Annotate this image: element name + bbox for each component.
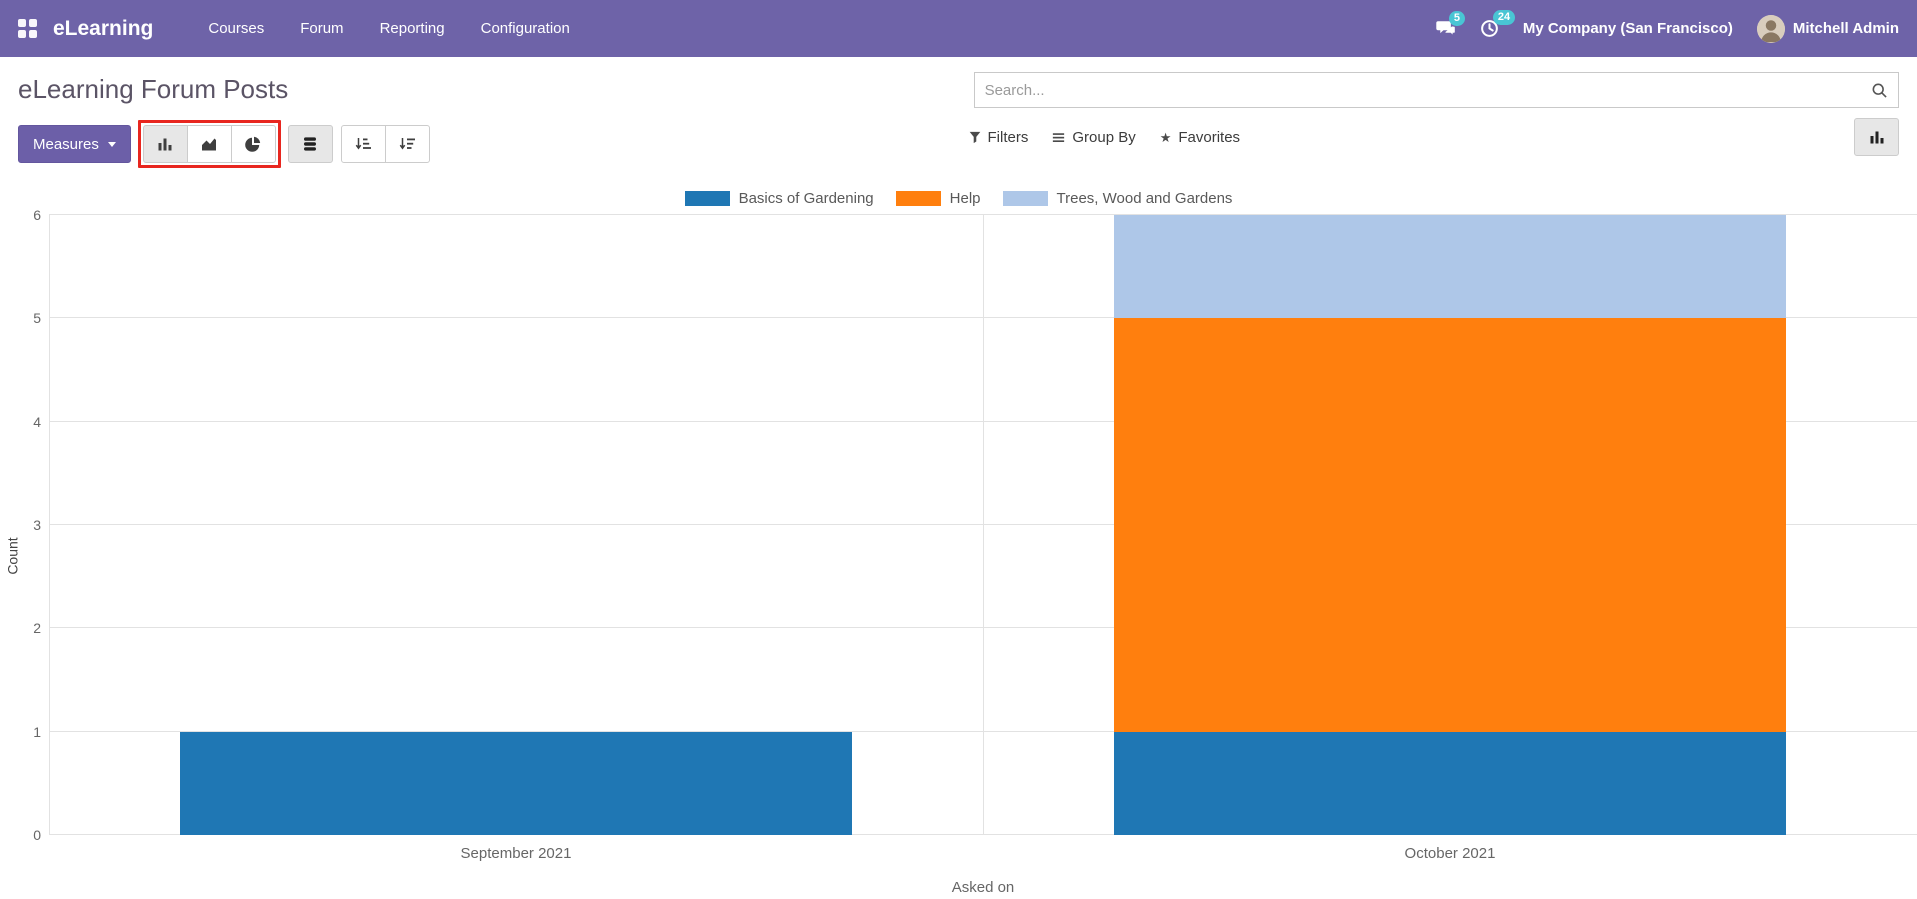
gridline-vertical [49,215,50,835]
stacked-icon [302,136,318,152]
star-icon: ★ [1159,129,1172,145]
plot-area: 0 1 2 3 4 5 6 September 2021 October 2021 [33,208,1917,862]
bar-segment[interactable] [1113,731,1787,835]
search-icon [1871,82,1888,99]
messages-badge: 5 [1448,11,1465,26]
measures-button[interactable]: Measures [18,125,131,163]
company-switcher[interactable]: My Company (San Francisco) [1523,20,1733,37]
user-name: Mitchell Admin [1792,20,1899,37]
x-tick-label: October 2021 [1404,845,1496,862]
legend-swatch [895,191,941,206]
apps-grid-icon[interactable] [18,19,37,38]
activities-badge: 24 [1492,10,1516,25]
view-switcher [1854,118,1899,156]
sort-ascending-button[interactable] [340,125,386,163]
sort-descending-button[interactable] [384,125,430,163]
control-panel: Measures Filters Group By ★ Favorites [0,108,1917,170]
bar-chart-button[interactable] [142,125,188,163]
chart-area: Count 0 1 2 3 4 5 6 September 2021 October 2021 … [0,208,1917,896]
graph-view-icon [1869,129,1885,145]
chart-type-group [142,125,276,163]
x-tick-label: September 2021 [460,845,572,862]
filter-funnel-icon [969,131,981,144]
search-input[interactable] [973,72,1899,108]
group-by-button[interactable]: Group By [1042,118,1145,156]
menu-item-reporting[interactable]: Reporting [365,10,460,47]
legend-label: Trees, Wood and Gardens [1056,190,1233,207]
header-row: eLearning Forum Posts [0,57,1917,108]
bar-segment[interactable] [1113,318,1787,732]
y-tick-label: 6 [33,207,41,223]
filters-label: Filters [987,128,1029,146]
favorites-label: Favorites [1178,128,1241,146]
main-menu: Courses Forum Reporting Configuration [193,10,584,47]
menu-item-forum[interactable]: Forum [285,10,358,47]
highlight-annotation [137,120,281,168]
search-filter-controls: Filters Group By ★ Favorites [959,118,1251,156]
bar-chart-icon [157,136,173,152]
sort-descending-icon [399,136,416,152]
favorites-button[interactable]: ★ Favorites [1150,118,1250,156]
graph-view-button[interactable] [1854,118,1899,156]
menu-item-configuration[interactable]: Configuration [466,10,585,47]
legend-item[interactable]: Help [895,190,981,207]
y-tick-label: 1 [33,723,41,740]
area-chart-icon [201,136,217,152]
menu-item-courses[interactable]: Courses [193,10,279,47]
legend-swatch [684,191,730,206]
pie-chart-icon [245,136,261,152]
page-title: eLearning Forum Posts [18,74,289,104]
user-menu[interactable]: Mitchell Admin [1756,14,1899,43]
group-by-label: Group By [1072,128,1136,146]
y-tick-label: 5 [33,310,41,327]
messages-button[interactable]: 5 [1436,11,1465,37]
group-by-icon [1052,131,1065,144]
y-tick-label: 0 [33,827,41,843]
pie-chart-button[interactable] [230,125,276,163]
stacked-toggle-button[interactable] [287,125,333,163]
chevron-down-icon [107,141,116,147]
top-navbar: eLearning Courses Forum Reporting Config… [0,0,1917,57]
legend-item[interactable]: Trees, Wood and Gardens [1002,190,1233,207]
bar-segment[interactable] [179,731,853,835]
search-box [973,72,1899,108]
app-brand[interactable]: eLearning [53,17,153,41]
y-axis-title: Count [4,536,21,575]
x-axis-title: Asked on [951,879,1015,896]
legend-label: Help [949,190,981,207]
measures-label: Measures [33,135,99,153]
line-chart-button[interactable] [186,125,232,163]
sort-ascending-icon [355,136,372,152]
y-tick-label: 3 [33,517,41,533]
y-tick-label: 4 [33,413,41,430]
activities-button[interactable]: 24 [1480,10,1516,38]
gridline-vertical [983,215,984,835]
avatar [1756,14,1785,43]
filters-button[interactable]: Filters [959,118,1039,156]
sort-group [340,125,430,163]
y-tick-label: 2 [33,620,41,637]
legend-item[interactable]: Basics of Gardening [684,190,874,207]
legend-label: Basics of Gardening [738,190,874,207]
chart-legend: Basics of Gardening Help Trees, Wood and G… [0,190,1917,207]
search-button[interactable] [1865,77,1893,103]
bar-segment[interactable] [1113,215,1787,319]
navbar-right: 5 24 My Company (San Francisco) Mitchell… [1436,10,1899,43]
legend-swatch [1002,191,1048,206]
